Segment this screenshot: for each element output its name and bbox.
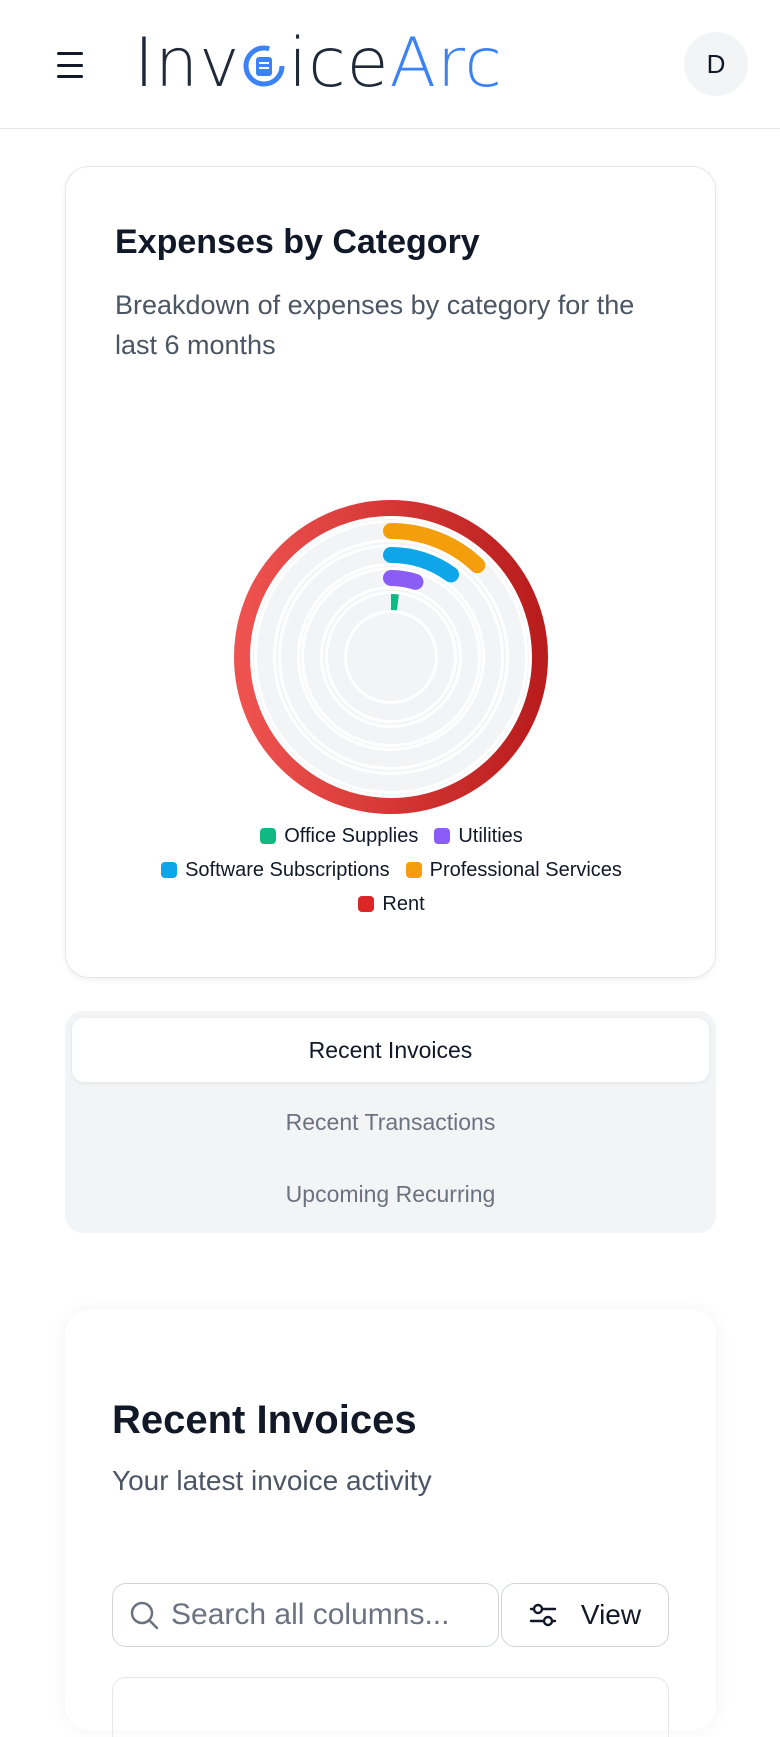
legend-label: Office Supplies [284, 825, 418, 848]
legend-swatch [434, 828, 450, 844]
recent-invoices-card: Recent Invoices Your latest invoice acti… [65, 1310, 716, 1730]
logo-o-icon [242, 26, 286, 70]
legend-row: Office Supplies Utilities [66, 819, 717, 853]
legend-item[interactable]: Utilities [434, 825, 522, 848]
expenses-card: Expenses by Category Breakdown of expens… [65, 166, 716, 978]
tab-list: Recent Invoices Recent Transactions Upco… [65, 1011, 716, 1233]
card-title: Expenses by Category [115, 223, 480, 262]
legend-item[interactable]: Software Subscriptions [161, 859, 390, 882]
logo-text-ice: ice [288, 24, 389, 103]
legend-item[interactable]: Office Supplies [260, 825, 418, 848]
tab-recent-invoices[interactable]: Recent Invoices [72, 1018, 709, 1082]
card-subtitle: Breakdown of expenses by category for th… [115, 285, 655, 365]
legend-swatch [358, 896, 374, 912]
search-input[interactable] [171, 1598, 471, 1632]
logo-text-arc: Arc [390, 24, 503, 103]
legend-row: Rent [66, 887, 717, 921]
legend-label: Software Subscriptions [185, 859, 390, 882]
avatar[interactable]: D [684, 32, 748, 96]
section-subtitle: Your latest invoice activity [112, 1465, 432, 1497]
legend-swatch [406, 862, 422, 878]
app-header: Inv iceArc D [0, 0, 780, 129]
menu-icon[interactable] [57, 52, 87, 78]
view-button[interactable]: View [501, 1583, 669, 1647]
legend-row: Software Subscriptions Professional Servi… [66, 853, 717, 887]
logo-text-inv: Inv [134, 24, 240, 103]
chart-legend: Office Supplies Utilities Software Subscri… [66, 819, 717, 921]
legend-label: Professional Services [430, 859, 622, 882]
legend-swatch [260, 828, 276, 844]
tab-recent-transactions[interactable]: Recent Transactions [72, 1090, 709, 1154]
radial-bar-chart [226, 492, 556, 822]
app-logo[interactable]: Inv iceArc [134, 24, 503, 104]
chart-bar-utilities[interactable] [391, 578, 415, 582]
invoices-table [112, 1677, 669, 1737]
search-icon [129, 1600, 159, 1630]
legend-item[interactable]: Rent [358, 893, 424, 916]
legend-swatch [161, 862, 177, 878]
view-button-label: View [581, 1599, 641, 1631]
legend-label: Utilities [458, 825, 522, 848]
section-title: Recent Invoices [112, 1398, 417, 1443]
search-box [112, 1583, 499, 1647]
tab-upcoming-recurring[interactable]: Upcoming Recurring [72, 1162, 709, 1226]
sliders-icon [529, 1601, 557, 1629]
legend-label: Rent [382, 893, 424, 916]
legend-item[interactable]: Professional Services [406, 859, 622, 882]
